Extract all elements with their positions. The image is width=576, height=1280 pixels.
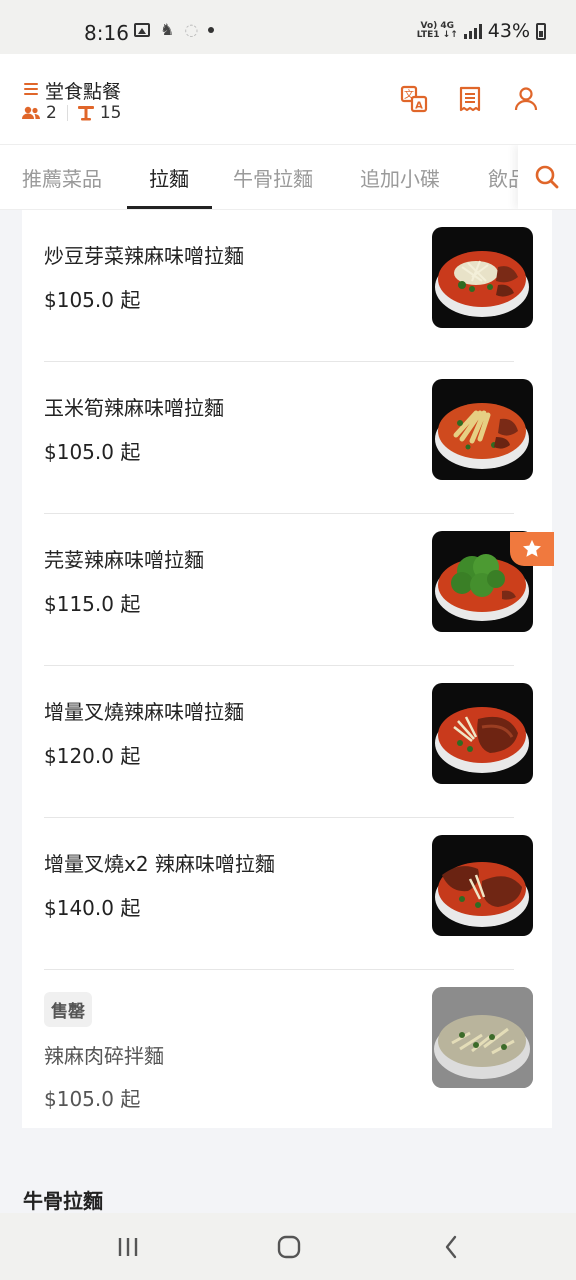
item-price: $115.0 起 [44, 592, 141, 616]
active-tab-indicator [127, 206, 212, 209]
item-price: $105.0 起 [44, 1087, 141, 1111]
system-nav-bar [0, 1213, 576, 1280]
search-icon [535, 165, 559, 189]
menu-icon[interactable] [24, 83, 38, 95]
tab-recommended[interactable]: 推薦菜品 [22, 163, 102, 192]
recommended-star-badge [510, 532, 554, 566]
network-icon: Vo) 4G LTE1 ↓↑ [417, 22, 458, 40]
receipt-icon [459, 86, 481, 112]
item-photo[interactable] [432, 835, 533, 936]
menu-item[interactable]: 售罄 辣麻肉碎拌麵 $105.0 起 [44, 970, 534, 1122]
svg-text:A: A [415, 101, 423, 112]
menu-item[interactable]: 增量叉燒x2 辣麻味噌拉麵 $140.0 起 [44, 818, 534, 970]
item-photo[interactable] [432, 683, 533, 784]
translate-button[interactable]: 文 A [400, 85, 428, 113]
dining-mode-title[interactable]: 堂食點餐 [45, 77, 121, 104]
order-receipt-button[interactable] [456, 85, 484, 113]
item-name: 芫荽辣麻味噌拉麵 [44, 548, 204, 572]
table-number: 15 [99, 103, 122, 123]
item-name: 增量叉燒辣麻味噌拉麵 [44, 700, 244, 724]
star-icon [523, 539, 541, 557]
item-name: 辣麻肉碎拌麵 [44, 1044, 164, 1068]
table-icon [77, 106, 94, 121]
battery-percent: 43% [487, 20, 530, 42]
menu-item[interactable]: 玉米筍辣麻味噌拉麵 $105.0 起 [44, 362, 534, 514]
back-icon [445, 1235, 457, 1259]
item-name: 增量叉燒x2 辣麻味噌拉麵 [44, 852, 275, 876]
app-notification-icon: ♞ [160, 20, 175, 39]
section-heading-beef-bone-ramen: 牛骨拉麵 [23, 1189, 103, 1213]
recent-apps-button[interactable] [113, 1233, 143, 1261]
sold-out-badge: 售罄 [44, 992, 92, 1027]
menu-item[interactable]: 炒豆芽菜辣麻味噌拉麵 $105.0 起 [44, 210, 534, 362]
account-button[interactable] [512, 85, 540, 113]
item-photo[interactable] [432, 379, 533, 480]
status-bar: 8:16 ♞ ◌ Vo) 4G LTE1 ↓↑ 43% [0, 0, 576, 54]
tab-side-dishes[interactable]: 追加小碟 [360, 163, 440, 192]
app-header: 堂食點餐 2 15 文 A [0, 54, 576, 144]
battery-icon [536, 22, 546, 40]
home-button[interactable] [274, 1233, 304, 1261]
guests-icon [22, 106, 40, 119]
status-right: Vo) 4G LTE1 ↓↑ 43% [417, 20, 546, 42]
item-photo[interactable] [432, 227, 533, 328]
table-info: 2 15 [22, 103, 121, 123]
more-notifications-dot [208, 27, 215, 33]
item-price: $105.0 起 [44, 288, 141, 312]
home-icon [277, 1235, 301, 1259]
tab-ramen[interactable]: 拉麵 [149, 163, 189, 192]
guest-count: 2 [46, 103, 57, 123]
user-icon [514, 87, 538, 111]
menu-item[interactable]: 芫荽辣麻味噌拉麵 $115.0 起 [44, 514, 534, 666]
item-name: 玉米筍辣麻味噌拉麵 [44, 396, 224, 420]
tab-beef-bone-ramen[interactable]: 牛骨拉麵 [233, 163, 313, 192]
recent-apps-icon [118, 1238, 138, 1256]
signal-icon [463, 23, 482, 39]
status-time: 8:16 [84, 21, 129, 45]
menu-item[interactable]: 增量叉燒辣麻味噌拉麵 $120.0 起 [44, 666, 534, 818]
item-price: $105.0 起 [44, 440, 141, 464]
item-price: $120.0 起 [44, 744, 141, 768]
translate-icon: 文 A [400, 85, 428, 113]
network-sub-label: LTE1 ↓↑ [416, 30, 458, 40]
item-name: 炒豆芽菜辣麻味噌拉麵 [44, 244, 244, 268]
notification-icons: ♞ ◌ [134, 20, 215, 39]
gallery-icon [134, 23, 150, 37]
item-photo[interactable] [432, 987, 533, 1088]
item-price: $140.0 起 [44, 896, 141, 920]
search-button[interactable] [518, 145, 576, 209]
menu-list: 炒豆芽菜辣麻味噌拉麵 $105.0 起 玉米筍辣麻味噌拉麵 $105.0 起 芫… [22, 210, 554, 1128]
back-button[interactable] [436, 1233, 466, 1261]
app-notification-icon-2: ◌ [184, 20, 199, 39]
category-tabs: 推薦菜品 拉麵 牛骨拉麵 追加小碟 飲品 [0, 144, 576, 210]
